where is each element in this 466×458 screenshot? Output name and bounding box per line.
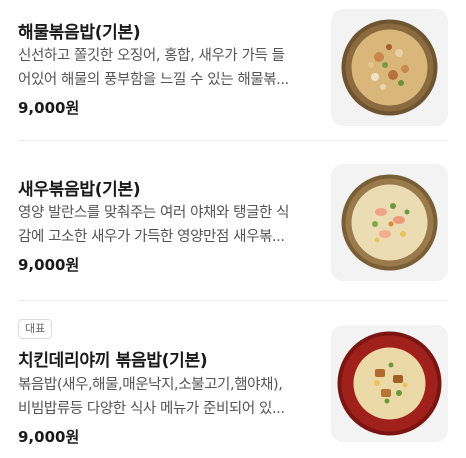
menu-item-title: 치킨데리야끼 볶음밥(기본) xyxy=(18,351,208,371)
description-line: 신선하고 쫄깃한 오징어, 홍합, 새우가 가득 들 xyxy=(18,48,285,64)
menu-item-price: 9,000원 xyxy=(18,99,80,117)
menu-item-shrimp-fried-rice[interactable]: 새우볶음밥(기본) 영양 발란스를 맞춰주는 여러 야채와 탱글한 식 감에 고… xyxy=(0,140,466,300)
menu-item-price: 9,000원 xyxy=(18,428,80,446)
menu-item-seafood-fried-rice[interactable]: 해물볶음밥(기본) 신선하고 쫄깃한 오징어, 홍합, 새우가 가득 들 어있어… xyxy=(0,0,466,140)
menu-list: 해물볶음밥(기본) 신선하고 쫄깃한 오징어, 홍합, 새우가 가득 들 어있어… xyxy=(0,0,466,458)
menu-item-chicken-teriyaki-fried-rice[interactable]: 치킨데리야끼 볶음밥(기본) 볶음밥(새우,해물,매운낙지,소불고기,햄야채),… xyxy=(0,300,466,458)
chicken-teriyaki-fried-rice-photo xyxy=(331,325,448,442)
shrimp-fried-rice-photo xyxy=(331,164,448,281)
description-line: 비빔밥류등 다양한 식사 메뉴가 준비되어 있... xyxy=(18,401,285,417)
menu-item-description: 신선하고 쫄깃한 오징어, 홍합, 새우가 가득 들 어있어 해물의 풍부함을 … xyxy=(18,44,310,92)
description-line: 볶음밥(새우,해물,매운낙지,소불고기,햄야채), xyxy=(18,377,283,393)
menu-item-title: 해물볶음밥(기본) xyxy=(18,23,141,43)
description-line: 어있어 해물의 풍부함을 느낄 수 있는 해물볶... xyxy=(18,72,289,88)
description-line: 감에 고소한 새우가 가득한 영양만점 새우볶... xyxy=(18,229,285,245)
seafood-fried-rice-photo xyxy=(331,9,448,126)
menu-item-price: 9,000원 xyxy=(18,256,80,274)
menu-item-description: 영양 발란스를 맞춰주는 여러 야채와 탱글한 식 감에 고소한 새우가 가득한… xyxy=(18,201,310,249)
description-line: 영양 발란스를 맞춰주는 여러 야채와 탱글한 식 xyxy=(18,205,290,221)
menu-item-description: 볶음밥(새우,해물,매운낙지,소불고기,햄야채), 비빔밥류등 다양한 식사 메… xyxy=(18,373,310,421)
menu-item-title: 새우볶음밥(기본) xyxy=(18,180,141,200)
